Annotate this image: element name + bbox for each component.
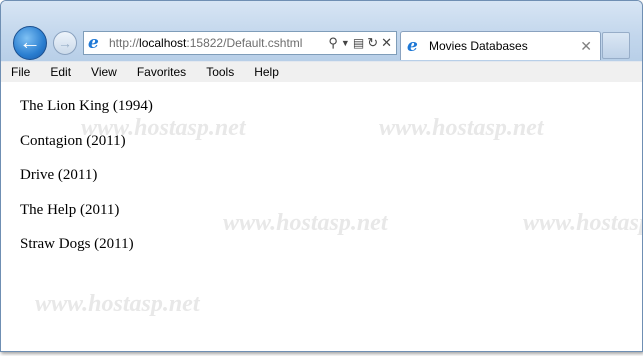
close-tab-icon[interactable]: ✕ xyxy=(580,38,592,55)
movie-item: Straw Dogs (2011) xyxy=(20,236,134,252)
browser-window: ← → e http://localhost:15822/Default.csh… xyxy=(0,0,643,352)
address-tools: ⚲ ▼ ▤ ↻ ✕ xyxy=(328,35,392,51)
url-scheme: http:// xyxy=(109,36,140,50)
new-tab-button[interactable] xyxy=(602,32,630,59)
ie-page-icon: e xyxy=(88,33,99,53)
search-icon[interactable]: ⚲ xyxy=(328,35,338,51)
movie-item: The Lion King (1994) xyxy=(20,98,153,114)
back-arrow-icon: ← xyxy=(19,29,41,54)
refresh-icon[interactable]: ↻ xyxy=(367,35,378,51)
movie-item: The Help (2011) xyxy=(20,202,120,218)
menu-help[interactable]: Help xyxy=(244,65,289,79)
compatibility-view-icon[interactable]: ▤ xyxy=(353,36,364,50)
forward-button[interactable]: → xyxy=(53,31,77,55)
menu-file[interactable]: File xyxy=(1,65,40,79)
menu-view[interactable]: View xyxy=(81,65,127,79)
menu-favorites[interactable]: Favorites xyxy=(127,65,196,79)
menu-edit[interactable]: Edit xyxy=(40,65,81,79)
url-path: :15822/Default.cshtml xyxy=(186,36,303,50)
back-button[interactable]: ← xyxy=(13,26,47,60)
menu-tools[interactable]: Tools xyxy=(196,65,244,79)
ie-tab-icon: e xyxy=(407,36,418,56)
stop-icon[interactable]: ✕ xyxy=(381,35,392,51)
menu-bar: File Edit View Favorites Tools Help xyxy=(1,61,642,83)
address-bar[interactable]: e http://localhost:15822/Default.cshtml … xyxy=(83,31,397,55)
tab-title: Movies Databases xyxy=(429,39,528,53)
watermark-text: www.hostasp.net xyxy=(223,210,388,236)
movie-item: Contagion (2011) xyxy=(20,133,126,149)
page-content: www.hostasp.net www.hostasp.net www.host… xyxy=(1,82,642,351)
address-url[interactable]: http://localhost:15822/Default.cshtml xyxy=(109,36,302,50)
url-host: localhost xyxy=(139,36,187,50)
movie-item: Drive (2011) xyxy=(20,167,98,183)
watermark-text: www.hostasp.net xyxy=(379,115,544,141)
tab-movies-databases[interactable]: e Movies Databases ✕ xyxy=(400,31,601,60)
forward-arrow-icon: → xyxy=(58,35,72,51)
dropdown-icon[interactable]: ▼ xyxy=(341,38,350,48)
watermark-text: www.hostasp.net xyxy=(35,291,200,317)
browser-chrome: ← → e http://localhost:15822/Default.csh… xyxy=(1,1,642,61)
watermark-text: www.hostasp.net xyxy=(523,210,642,236)
